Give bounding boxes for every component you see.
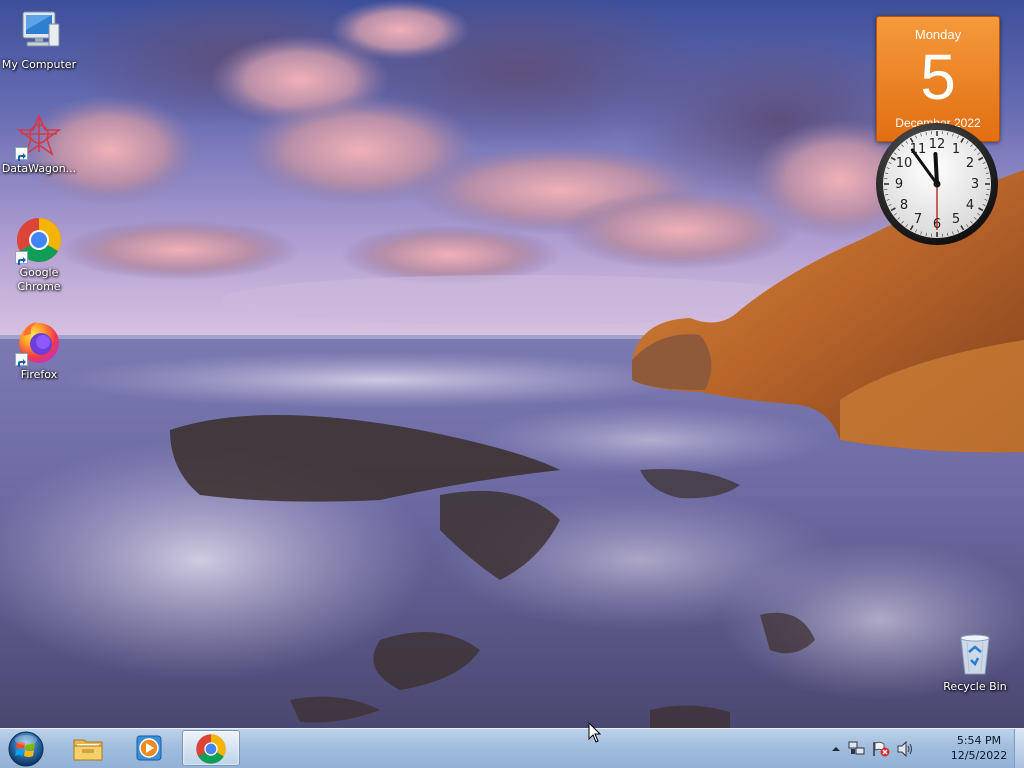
desktop: My Computer DataWagon... Google Chrome F… [0, 0, 1024, 768]
svg-text:5: 5 [952, 212, 960, 227]
svg-text:8: 8 [900, 198, 908, 213]
show-hidden-icons-chevron[interactable] [830, 741, 842, 760]
start-button[interactable] [2, 730, 50, 768]
mouse-cursor-icon [588, 722, 602, 743]
desktop-icon-datawagon[interactable]: DataWagon... [0, 112, 79, 176]
taskbar-button-media-player[interactable] [121, 730, 177, 766]
folder-icon [73, 739, 103, 761]
notification-area: 5:54 PM 12/5/2022 [830, 729, 1010, 768]
shortcut-arrow-icon [15, 147, 28, 161]
taskbar-date: 12/5/2022 [950, 749, 1008, 762]
network-icon[interactable] [848, 741, 866, 761]
show-desktop-button[interactable] [1014, 729, 1024, 768]
svg-text:1: 1 [952, 142, 960, 157]
chrome-icon [196, 734, 226, 764]
shortcut-arrow-icon [15, 353, 28, 367]
windows-logo-icon [8, 731, 44, 767]
svg-text:10: 10 [896, 156, 913, 171]
chrome-icon [15, 216, 63, 265]
desktop-icon-recycle-bin[interactable]: Recycle Bin [935, 630, 1015, 694]
calendar-day-number: 5 [920, 41, 956, 113]
svg-text:3: 3 [971, 177, 979, 192]
taskbar-time: 5:54 PM [956, 734, 1002, 747]
wallpaper-image [0, 0, 1024, 728]
taskbar-clock[interactable]: 5:54 PM 12/5/2022 [948, 733, 1010, 763]
taskbar: 5:54 PM 12/5/2022 [0, 728, 1024, 768]
action-center-flag-icon[interactable] [872, 741, 890, 761]
computer-icon [15, 8, 63, 56]
clock-hour-hand [933, 152, 939, 186]
svg-text:9: 9 [895, 177, 903, 192]
shortcut-arrow-icon [15, 251, 28, 265]
volume-icon[interactable] [896, 740, 914, 761]
desktop-icon-google-chrome[interactable]: Google Chrome [0, 216, 79, 294]
desktop-icon-firefox[interactable]: Firefox [0, 318, 79, 382]
media-player-icon [136, 735, 162, 761]
svg-text:4: 4 [966, 198, 974, 213]
recycle-bin-icon [951, 630, 999, 678]
taskbar-button-google-chrome[interactable] [182, 730, 240, 766]
clock-center-cap [933, 180, 941, 188]
datawagon-icon [15, 112, 63, 161]
svg-text:2: 2 [966, 156, 974, 171]
svg-text:7: 7 [914, 212, 922, 227]
desktop-icon-label: DataWagon... [1, 162, 77, 175]
svg-text:12: 12 [929, 137, 946, 152]
firefox-icon [15, 318, 63, 367]
desktop-icon-label: Firefox [20, 368, 58, 381]
taskbar-button-windows-explorer[interactable] [60, 730, 116, 766]
desktop-icon-my-computer[interactable]: My Computer [0, 8, 79, 72]
desktop-icon-label: My Computer [1, 58, 77, 71]
desktop-icon-label: Google Chrome [17, 266, 61, 293]
desktop-icon-label: Recycle Bin [943, 680, 1007, 693]
clock-gadget[interactable]: 12 1 2 3 4 5 6 7 8 9 10 11 [874, 121, 1000, 247]
